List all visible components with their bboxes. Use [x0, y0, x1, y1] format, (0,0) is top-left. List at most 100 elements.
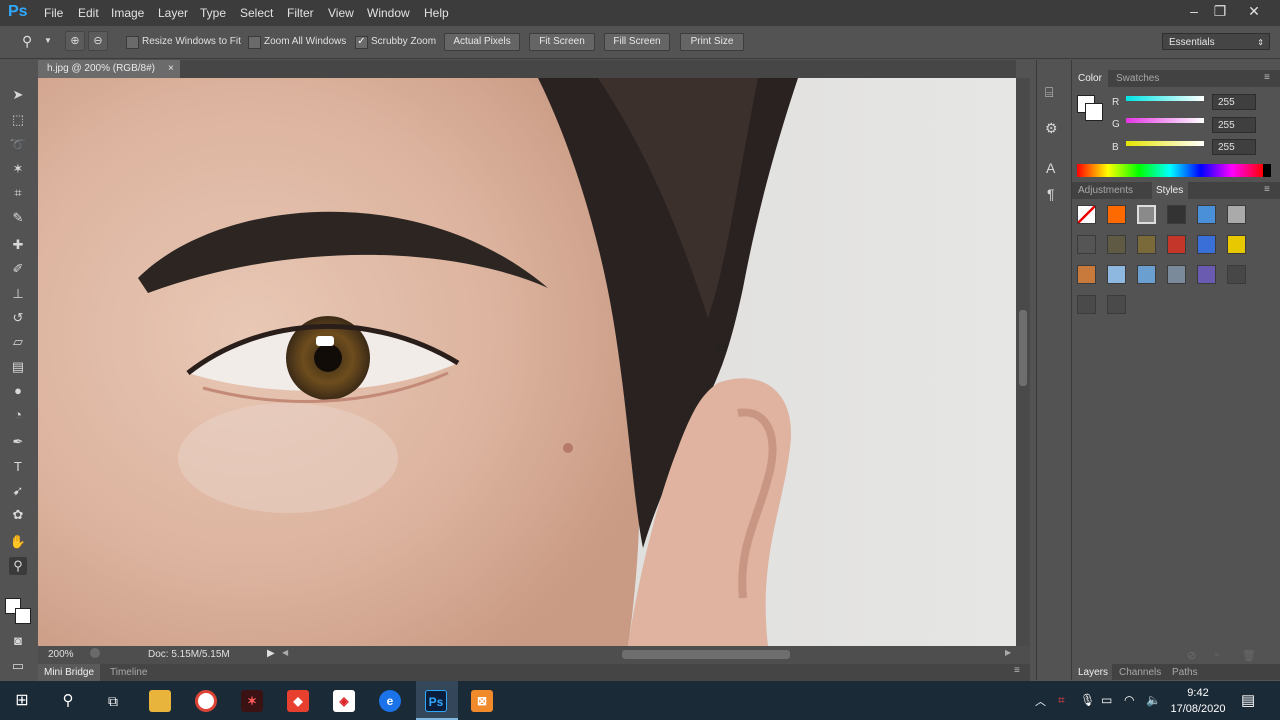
search-icon[interactable]: ⚲ [57, 690, 79, 712]
magic-wand-tool-icon[interactable]: ✶ [9, 160, 27, 178]
color-ramp[interactable] [1077, 164, 1263, 177]
tab-timeline[interactable]: Timeline [110, 667, 147, 678]
eyedropper-tool-icon[interactable]: ✎ [9, 209, 27, 227]
panel-menu-icon[interactable]: ≡ [1264, 72, 1270, 83]
zoom-in-icon[interactable]: ⊕ [65, 31, 85, 51]
fit-screen-button[interactable]: Fit Screen [529, 33, 595, 51]
tab-paths[interactable]: Paths [1172, 667, 1198, 678]
anydesk-icon[interactable]: ◆ [287, 690, 309, 712]
task-view-icon[interactable]: ⧉ [102, 690, 124, 712]
shape-tool-icon[interactable]: ✿ [9, 506, 27, 524]
volume-icon[interactable]: 🔈 [1146, 693, 1161, 707]
style-preset[interactable] [1077, 265, 1096, 284]
green-slider[interactable] [1126, 118, 1204, 123]
menu-type[interactable]: Type [200, 6, 226, 20]
green-value[interactable]: 255 [1212, 117, 1256, 133]
restore-icon[interactable]: ❐ [1209, 2, 1231, 20]
scrubby-zoom-checkbox[interactable]: ✓ [355, 36, 368, 49]
tab-styles[interactable]: Styles [1156, 185, 1183, 196]
style-preset[interactable] [1137, 205, 1156, 224]
history-panel-icon[interactable]: ⌸ [1045, 84, 1053, 101]
taskbar-time[interactable]: 9:42 [1168, 687, 1228, 699]
style-preset[interactable] [1077, 205, 1096, 224]
zoom-all-windows-checkbox[interactable] [248, 36, 261, 49]
trash-icon[interactable]: 🗑 [1242, 649, 1256, 662]
panel-menu-icon[interactable]: ≡ [1014, 665, 1020, 676]
close-icon[interactable]: × [168, 60, 174, 78]
move-tool-icon[interactable]: ➤ [9, 86, 27, 104]
style-preset[interactable] [1197, 265, 1216, 284]
menu-filter[interactable]: Filter [287, 6, 314, 20]
document-canvas[interactable]: ⊖ [38, 78, 1016, 646]
windows-start-icon[interactable]: ⊞ [11, 690, 33, 712]
style-preset[interactable] [1077, 235, 1096, 254]
style-preset[interactable] [1167, 265, 1186, 284]
style-preset[interactable] [1227, 265, 1246, 284]
marquee-tool-icon[interactable]: ⬚ [9, 111, 27, 129]
background-color-swatch[interactable] [1085, 103, 1103, 121]
no-style-icon[interactable]: ⊘ [1187, 649, 1196, 662]
style-preset[interactable] [1107, 295, 1126, 314]
export-icon[interactable] [90, 648, 100, 658]
brush-tool-icon[interactable]: ✐ [9, 260, 27, 278]
tab-channels[interactable]: Channels [1119, 667, 1161, 678]
zoom-tool-icon[interactable]: ⚲ [22, 33, 32, 50]
red-slider[interactable] [1126, 96, 1204, 101]
chevron-down-icon[interactable]: ▼ [44, 36, 52, 45]
zoom-out-icon[interactable]: ⊖ [88, 31, 108, 51]
style-preset[interactable] [1227, 235, 1246, 254]
dodge-tool-icon[interactable]: ◔ [9, 406, 27, 424]
hand-tool-icon[interactable]: ✋ [9, 533, 27, 551]
tab-adjustments[interactable]: Adjustments [1078, 185, 1133, 196]
blue-slider[interactable] [1126, 141, 1204, 146]
photoshop-taskbar-icon[interactable]: Ps [425, 690, 447, 712]
tray-icon[interactable]: ⌗ [1058, 693, 1065, 708]
style-preset[interactable] [1137, 265, 1156, 284]
battery-icon[interactable]: ▭ [1101, 693, 1112, 707]
crop-tool-icon[interactable]: ⌗ [9, 184, 27, 202]
fill-screen-button[interactable]: Fill Screen [604, 33, 670, 51]
play-icon[interactable]: ▶ [267, 648, 275, 659]
pen-tool-icon[interactable]: ✒ [9, 433, 27, 451]
actual-pixels-button[interactable]: Actual Pixels [444, 33, 520, 51]
lasso-tool-icon[interactable]: ➰ [9, 136, 27, 154]
menu-edit[interactable]: Edit [78, 6, 99, 20]
microphone-icon[interactable]: 🎙 [1080, 693, 1095, 707]
notifications-icon[interactable]: ▤ [1241, 691, 1255, 709]
style-preset[interactable] [1227, 205, 1246, 224]
zoom-tool-icon[interactable]: ⚲ [9, 557, 27, 575]
gradient-tool-icon[interactable]: ▤ [9, 358, 27, 376]
print-size-button[interactable]: Print Size [680, 33, 744, 51]
properties-panel-icon[interactable]: ⚙ [1045, 120, 1058, 137]
style-preset[interactable] [1077, 295, 1096, 314]
chevron-up-icon[interactable]: ︿ [1035, 693, 1046, 709]
style-preset[interactable] [1197, 235, 1216, 254]
blur-tool-icon[interactable]: ● [9, 382, 27, 400]
style-preset[interactable] [1107, 235, 1126, 254]
menu-file[interactable]: File [44, 6, 63, 20]
character-panel-icon[interactable]: A [1046, 160, 1055, 176]
history-brush-tool-icon[interactable]: ↺ [9, 309, 27, 327]
wifi-icon[interactable]: ◠ [1124, 693, 1134, 707]
close-icon[interactable]: ✕ [1243, 2, 1265, 20]
vertical-scroll-thumb[interactable] [1019, 310, 1027, 386]
tab-swatches[interactable]: Swatches [1116, 73, 1159, 84]
chrome-icon[interactable] [195, 690, 217, 712]
scroll-left-icon[interactable]: ◀ [282, 648, 288, 657]
blue-value[interactable]: 255 [1212, 139, 1256, 155]
horizontal-scroll-thumb[interactable] [622, 650, 790, 659]
app-icon[interactable]: ✶ [241, 690, 263, 712]
red-value[interactable]: 255 [1212, 94, 1256, 110]
tab-mini-bridge[interactable]: Mini Bridge [38, 664, 100, 681]
style-preset[interactable] [1107, 205, 1126, 224]
style-preset[interactable] [1107, 265, 1126, 284]
clone-stamp-tool-icon[interactable]: ⊥ [9, 285, 27, 303]
scroll-right-icon[interactable]: ▶ [1005, 648, 1011, 657]
healing-brush-tool-icon[interactable]: ✚ [9, 236, 27, 254]
browser-icon[interactable]: e [379, 690, 401, 712]
eraser-tool-icon[interactable]: ▱ [9, 333, 27, 351]
menu-window[interactable]: Window [367, 6, 410, 20]
menu-image[interactable]: Image [111, 6, 144, 20]
screen-mode-icon[interactable]: ▭ [9, 657, 27, 675]
style-preset[interactable] [1197, 205, 1216, 224]
